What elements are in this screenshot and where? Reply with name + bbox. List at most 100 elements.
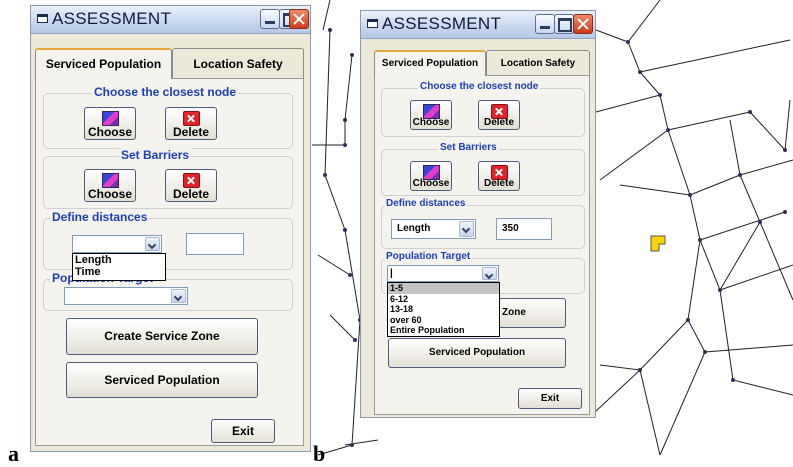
road-node bbox=[698, 238, 702, 242]
population-target-dropdown[interactable] bbox=[64, 287, 188, 305]
road-node bbox=[343, 228, 347, 232]
road-segment bbox=[719, 289, 734, 381]
serviced-population-button[interactable]: Serviced Population bbox=[66, 362, 258, 398]
choose-barrier-button[interactable]: Choose bbox=[84, 169, 136, 202]
road-segment bbox=[719, 221, 761, 291]
road-node bbox=[783, 148, 787, 152]
option-time[interactable]: Time bbox=[73, 266, 165, 278]
option-length[interactable]: Length bbox=[73, 254, 165, 266]
road-segment bbox=[659, 94, 669, 131]
maximize-button[interactable] bbox=[554, 14, 574, 34]
road-segment bbox=[667, 129, 691, 196]
road-segment bbox=[704, 344, 793, 353]
road-segment bbox=[759, 221, 793, 301]
group-title: Set Barriers bbox=[119, 148, 192, 162]
distance-options-list: Length Time bbox=[72, 253, 166, 281]
serviced-population-button[interactable]: Serviced Population bbox=[388, 338, 566, 368]
road-segment bbox=[659, 351, 706, 456]
road-segment bbox=[344, 54, 353, 121]
distance-input[interactable]: 350 bbox=[496, 218, 552, 240]
road-segment bbox=[689, 194, 701, 241]
input-value: 350 bbox=[502, 223, 519, 234]
node-picker-icon bbox=[102, 173, 119, 188]
road-segment bbox=[749, 111, 786, 151]
delete-node-button[interactable]: Delete bbox=[478, 100, 520, 130]
road-node bbox=[350, 53, 354, 57]
window-icon bbox=[367, 19, 378, 28]
button-label: Delete bbox=[172, 187, 210, 201]
chevron-down-icon[interactable] bbox=[171, 289, 186, 303]
road-node bbox=[748, 110, 752, 114]
road-node bbox=[658, 93, 662, 97]
button-label: Choose bbox=[87, 125, 132, 139]
minimize-button[interactable] bbox=[535, 14, 555, 34]
panel-label-a: a bbox=[8, 441, 19, 466]
tab-label: Location Safety bbox=[193, 57, 283, 71]
road-segment bbox=[324, 29, 331, 176]
option-1-5[interactable]: 1-5 bbox=[388, 283, 499, 294]
assessment-window-a: ASSESSMENT Serviced Population Location … bbox=[30, 5, 311, 452]
group-title: Define distances bbox=[50, 210, 150, 224]
title-bar: ASSESSMENT bbox=[31, 6, 310, 34]
location-marker bbox=[650, 235, 666, 252]
road-node bbox=[718, 288, 722, 292]
button-label: Delete bbox=[483, 178, 514, 189]
road-node bbox=[688, 193, 692, 197]
tab-location-safety[interactable]: Location Safety bbox=[172, 48, 304, 78]
chevron-down-icon[interactable] bbox=[482, 267, 497, 280]
road-segment bbox=[595, 29, 629, 43]
distance-type-dropdown[interactable] bbox=[72, 235, 162, 253]
title-bar: ASSESSMENT bbox=[361, 11, 595, 39]
road-node bbox=[666, 128, 670, 132]
choose-barrier-button[interactable]: Choose bbox=[410, 161, 452, 191]
road-segment bbox=[599, 364, 641, 371]
option-entire-population[interactable]: Entire Population bbox=[388, 325, 499, 336]
group-title: Choose the closest node bbox=[418, 81, 541, 92]
delete-barrier-button[interactable]: Delete bbox=[165, 169, 217, 202]
close-button[interactable] bbox=[573, 14, 593, 34]
chevron-down-icon[interactable] bbox=[459, 221, 474, 237]
delete-barrier-button[interactable]: Delete bbox=[478, 161, 520, 191]
button-label: Choose bbox=[412, 117, 450, 128]
road-node bbox=[638, 368, 642, 372]
button-label: Choose bbox=[412, 178, 450, 189]
minimize-button[interactable] bbox=[260, 9, 280, 29]
close-button[interactable] bbox=[289, 9, 309, 29]
tab-location-safety[interactable]: Location Safety bbox=[486, 50, 590, 75]
road-segment bbox=[732, 379, 793, 396]
option-6-12[interactable]: 6-12 bbox=[388, 294, 499, 305]
road-segment bbox=[594, 369, 641, 413]
option-13-18[interactable]: 13-18 bbox=[388, 304, 499, 315]
tab-serviced-population[interactable]: Serviced Population bbox=[374, 50, 486, 76]
create-service-zone-button[interactable]: Create Service Zone bbox=[66, 318, 258, 355]
choose-node-button[interactable]: Choose bbox=[84, 107, 136, 140]
group-title: Choose the closest node bbox=[92, 85, 239, 99]
tab-label: Serviced Population bbox=[381, 58, 479, 69]
distance-type-dropdown[interactable]: Length bbox=[391, 219, 476, 239]
exit-button[interactable]: Exit bbox=[518, 388, 582, 409]
road-segment bbox=[699, 211, 786, 241]
road-segment bbox=[739, 159, 793, 176]
road-segment bbox=[687, 319, 706, 353]
road-segment bbox=[619, 184, 691, 196]
road-segment bbox=[739, 174, 761, 223]
road-segment bbox=[324, 174, 346, 231]
distance-input[interactable] bbox=[186, 233, 244, 255]
road-segment bbox=[599, 129, 669, 181]
road-node bbox=[783, 210, 787, 214]
tab-serviced-population[interactable]: Serviced Population bbox=[35, 48, 172, 79]
road-node bbox=[731, 378, 735, 382]
option-over-60[interactable]: over 60 bbox=[388, 315, 499, 326]
exit-button[interactable]: Exit bbox=[211, 419, 275, 443]
road-segment bbox=[639, 319, 689, 371]
delete-x-icon bbox=[183, 111, 200, 126]
population-options-list: 1-5 6-12 13-18 over 60 Entire Population bbox=[387, 282, 500, 337]
road-segment bbox=[667, 111, 751, 131]
delete-node-button[interactable]: Delete bbox=[165, 107, 217, 140]
button-label: Exit bbox=[231, 424, 254, 438]
population-target-dropdown[interactable]: | bbox=[387, 265, 499, 282]
road-node bbox=[686, 318, 690, 322]
road-segment bbox=[719, 264, 793, 291]
chevron-down-icon[interactable] bbox=[145, 237, 160, 251]
choose-node-button[interactable]: Choose bbox=[410, 100, 452, 130]
